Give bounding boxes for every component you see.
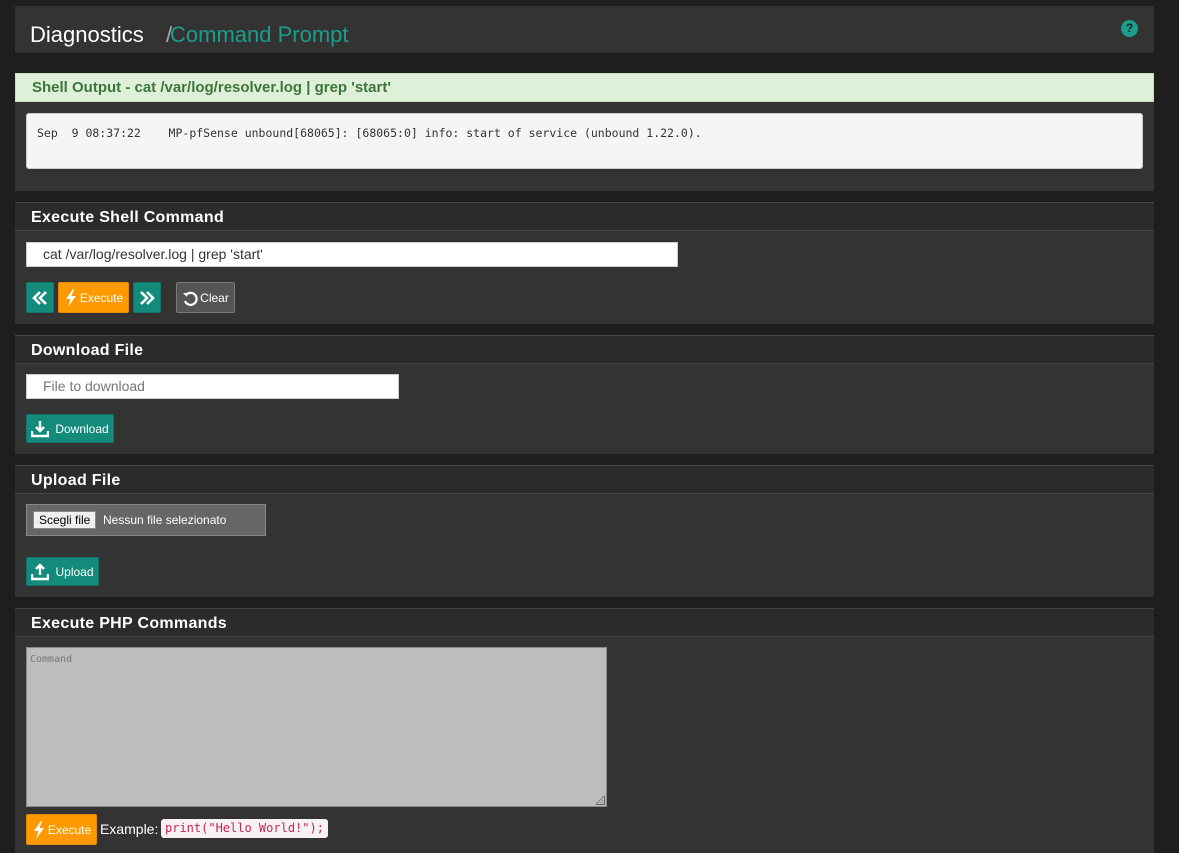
execute-shell-label: Execute [79, 290, 124, 305]
bolt-icon [65, 288, 76, 307]
help-icon[interactable]: ? [1121, 20, 1138, 37]
php-command-placeholder: Command [30, 654, 73, 665]
execute-shell-button[interactable]: Execute [58, 282, 129, 313]
download-file-input[interactable]: File to download [26, 374, 399, 399]
upload-file-picker[interactable]: Scegli file Nessun file selezionato [26, 504, 266, 536]
download-file-panel: Download File File to download Download [15, 335, 1154, 454]
download-icon [31, 420, 50, 437]
undo-icon [183, 291, 198, 306]
shell-command-input[interactable]: cat /var/log/resolver.log | grep 'start' [26, 242, 678, 267]
download-file-title: Download File [15, 335, 1154, 364]
clear-label: Clear [200, 290, 229, 305]
upload-icon [31, 562, 50, 580]
history-back-button[interactable] [26, 282, 54, 313]
execute-php-title: Execute PHP Commands [15, 608, 1154, 637]
shell-output-panel: Shell Output - cat /var/log/resolver.log… [15, 73, 1154, 191]
double-chevron-right-icon [140, 290, 155, 305]
upload-file-title: Upload File [15, 465, 1154, 494]
download-button[interactable]: Download [26, 414, 114, 443]
upload-button[interactable]: Upload [26, 557, 99, 586]
download-label: Download [55, 421, 109, 436]
execute-shell-panel: Execute Shell Command cat /var/log/resol… [15, 202, 1154, 324]
file-status-text: Nessun file selezionato [103, 513, 227, 527]
clear-button[interactable]: Clear [176, 282, 235, 313]
upload-label: Upload [55, 564, 94, 579]
history-forward-button[interactable] [133, 282, 161, 313]
upload-file-panel: Upload File Scegli file Nessun file sele… [15, 465, 1154, 597]
execute-php-button[interactable]: Execute [26, 814, 97, 845]
shell-output-title: Shell Output - cat /var/log/resolver.log… [15, 73, 1154, 102]
php-command-textarea[interactable]: Command [26, 647, 607, 807]
double-chevron-left-icon [32, 290, 47, 305]
resize-handle[interactable] [596, 796, 605, 805]
page-title[interactable]: Command Prompt [170, 22, 349, 48]
breadcrumb-diagnostics[interactable]: Diagnostics [30, 22, 144, 48]
execute-php-label: Execute [47, 822, 92, 837]
example-label: Example: [100, 821, 159, 837]
bolt-icon [33, 820, 44, 839]
execute-shell-title: Execute Shell Command [15, 202, 1154, 231]
shell-output-text: Sep 9 08:37:22 MP-pfSense unbound[68065]… [26, 113, 1143, 169]
page-header: Diagnostics / Command Prompt ? [15, 6, 1154, 53]
execute-php-panel: Execute PHP Commands Command Execute Exa… [15, 608, 1154, 853]
choose-file-button[interactable]: Scegli file [33, 511, 97, 529]
example-code: print("Hello World!"); [161, 819, 328, 838]
